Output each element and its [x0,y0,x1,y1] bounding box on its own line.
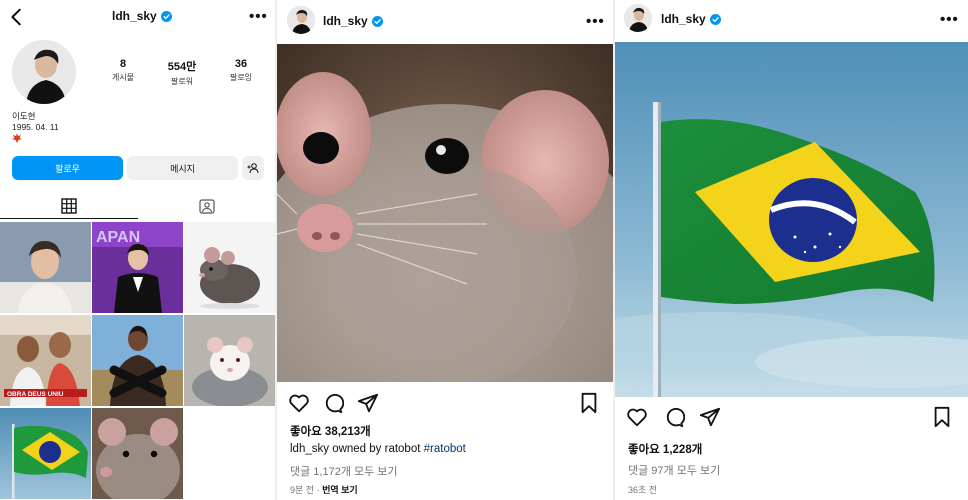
verified-badge-icon [709,13,721,25]
stat-followers[interactable]: 554만 팔로워 [152,58,212,87]
back-arrow-icon[interactable] [6,6,28,28]
profile-name: 이도현 [12,111,36,121]
post-username[interactable]: ldh_sky [661,12,721,26]
view-comments-link[interactable]: 댓글 1,172개 모두 보기 [290,463,398,479]
verified-badge-icon [371,15,383,27]
post-actions-rat [277,392,613,418]
profile-birthday: 1995. 04. 11 [12,122,59,132]
post-avatar[interactable] [624,4,652,32]
follow-button[interactable]: 팔로우 [12,156,123,180]
post-username[interactable]: ldh_sky [323,14,383,28]
post-panel-rat: ldh_sky ••• 좋아요 38,213개 ldh_sky owned by… [277,0,613,500]
profile-topbar: ldh_sky ••• [0,0,275,34]
hashtag-link[interactable]: #ratobot [424,443,466,455]
post-more-options-icon[interactable]: ••• [586,13,605,30]
message-button[interactable]: 메시지 [127,156,238,180]
post-username-text: ldh_sky [323,14,368,28]
post-meta: 9분 전 · 번역 보기 [290,485,358,495]
post-header: ldh_sky ••• [277,0,613,42]
translate-link[interactable]: 번역 보기 [322,485,358,495]
svg-text:OBRA DEUS UNIU: OBRA DEUS UNIU [7,391,64,398]
grid-post-rat-closeup[interactable] [92,408,183,499]
active-tab-indicator [0,218,138,219]
posts-label: 게시물 [111,73,135,82]
svg-text:APAN: APAN [96,229,140,246]
post-time: 9분 전 [290,485,315,495]
post-panel-flag: ldh_sky ••• 좋아요 1,228개 댓글 97개 모두 보기 36초 … [615,0,968,500]
avatar[interactable] [12,40,76,104]
profile-username: ldh_sky [112,9,172,23]
profile-panel: ldh_sky ••• 8 게시물 554만 팔로워 36 팔로잉 이도현 19… [0,0,275,500]
like-heart-icon[interactable] [626,406,648,428]
post-username-text: ldh_sky [661,12,706,26]
view-comments-link[interactable]: 댓글 97개 모두 보기 [628,462,720,478]
maple-leaf-icon [12,133,22,143]
add-person-button[interactable] [242,156,264,180]
grid-post-selfie[interactable]: OBRA DEUS UNIU [0,315,91,406]
like-heart-icon[interactable] [288,392,310,414]
grid-post-white-rat[interactable] [184,315,275,406]
post-actions-flag [615,406,968,432]
grid-post-flag[interactable] [0,408,91,499]
bookmark-icon[interactable] [578,392,600,414]
add-person-icon [247,163,259,174]
post-image-rat[interactable] [277,44,613,382]
share-icon[interactable] [699,406,721,428]
post-caption: ldh_sky owned by ratobot #ratobot [290,443,466,455]
followers-count: 554만 [167,61,197,73]
verified-badge-icon [160,10,172,22]
post-avatar[interactable] [287,6,315,34]
following-label: 팔로잉 [229,73,253,82]
likes-count[interactable]: 좋아요 38,213개 [290,423,371,439]
post-image-flag[interactable] [615,42,968,397]
caption-text: owned by ratobot [329,443,424,455]
share-icon[interactable] [357,392,379,414]
grid-tab-icon[interactable] [61,198,77,214]
follow-label: 팔로우 [55,163,80,174]
more-options-icon[interactable]: ••• [249,8,268,25]
username-text: ldh_sky [112,9,157,23]
comment-icon[interactable] [322,392,344,414]
profile-tabs [0,194,275,220]
post-time: 36초 전 [628,485,658,495]
stat-posts[interactable]: 8 게시물 [93,58,153,83]
post-more-options-icon[interactable]: ••• [940,11,959,28]
grid-post-rat[interactable] [184,222,275,313]
grid-post-tuxedo[interactable]: APAN [92,222,183,313]
caption-username[interactable]: ldh_sky [290,443,329,455]
likes-count[interactable]: 좋아요 1,228개 [628,441,702,457]
followers-label: 팔로워 [170,77,194,86]
grid-post-gloves[interactable] [92,315,183,406]
posts-count: 8 [119,58,127,70]
bookmark-icon[interactable] [931,406,953,428]
following-count: 36 [234,58,248,70]
stat-following[interactable]: 36 팔로잉 [211,58,271,83]
grid-post-portrait[interactable] [0,222,91,313]
tagged-tab-icon[interactable] [199,198,215,214]
post-header: ldh_sky ••• [615,0,968,42]
comment-icon[interactable] [663,406,685,428]
message-label: 메시지 [170,163,195,174]
